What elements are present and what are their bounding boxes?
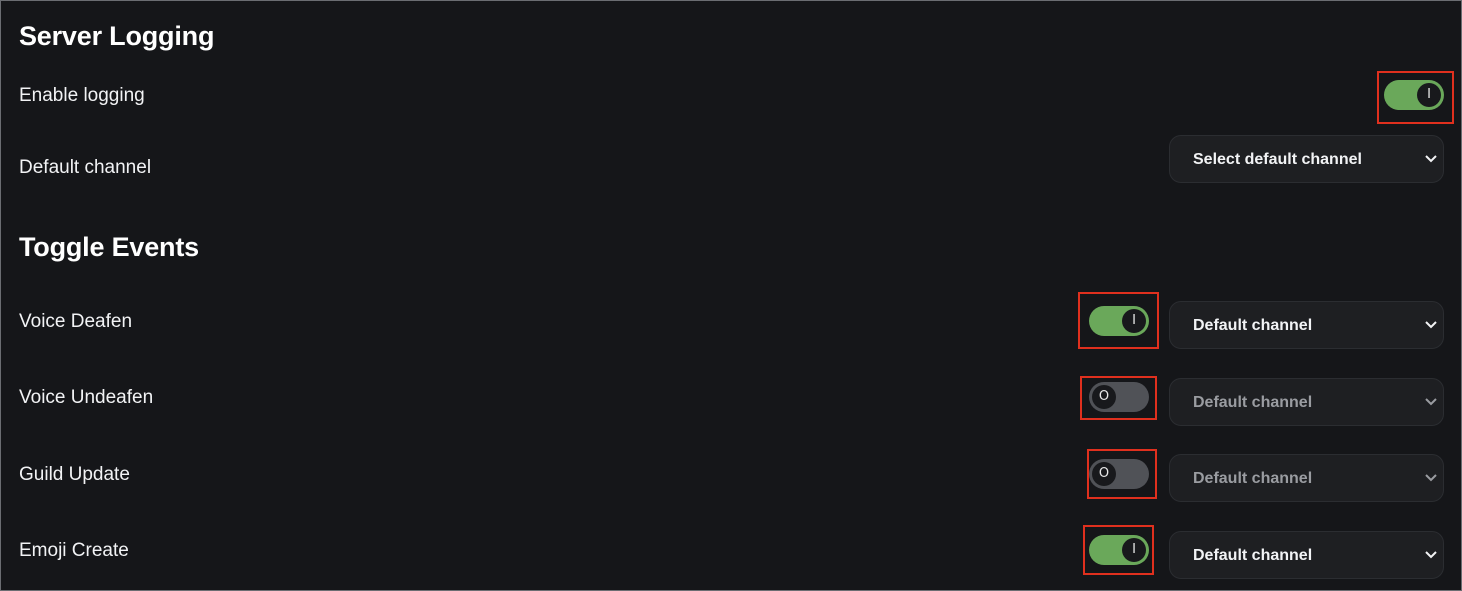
enable-logging-toggle[interactable]: I — [1384, 80, 1444, 110]
default-channel-select[interactable]: Select default channel — [1169, 135, 1444, 183]
channel-select-value: Default channel — [1193, 547, 1313, 564]
server-logging-heading: Server Logging — [19, 21, 215, 51]
toggle-knob: O — [1092, 385, 1116, 409]
toggle-knob: I — [1122, 538, 1146, 562]
default-channel-label: Default channel — [19, 157, 152, 178]
voice-deafen-toggle[interactable]: I — [1089, 306, 1149, 336]
guild-update-channel-select[interactable]: Default channel — [1169, 454, 1444, 502]
channel-select-value: Default channel — [1193, 470, 1313, 487]
toggle-knob: I — [1417, 83, 1441, 107]
voice-undeafen-toggle[interactable]: O — [1089, 382, 1149, 412]
enable-logging-label: Enable logging — [19, 85, 145, 106]
chevron-down-icon — [1425, 551, 1437, 559]
default-channel-select-value: Select default channel — [1193, 151, 1362, 168]
chevron-down-icon — [1425, 155, 1437, 163]
emoji-create-channel-select[interactable]: Default channel — [1169, 531, 1444, 579]
event-label-voice-deafen: Voice Deafen — [19, 311, 133, 332]
voice-undeafen-channel-select[interactable]: Default channel — [1169, 378, 1444, 426]
emoji-create-toggle[interactable]: I — [1089, 535, 1149, 565]
toggle-knob: O — [1092, 462, 1116, 486]
event-label-voice-undeafen: Voice Undeafen — [19, 387, 154, 408]
channel-select-value: Default channel — [1193, 317, 1313, 334]
chevron-down-icon — [1425, 474, 1437, 482]
guild-update-toggle[interactable]: O — [1089, 459, 1149, 489]
toggle-events-heading: Toggle Events — [19, 232, 199, 262]
event-label-emoji-create: Emoji Create — [19, 540, 129, 561]
settings-panel: Server Logging Enable logging I Default … — [0, 0, 1462, 591]
chevron-down-icon — [1425, 321, 1437, 329]
toggle-knob: I — [1122, 309, 1146, 333]
chevron-down-icon — [1425, 398, 1437, 406]
voice-deafen-channel-select[interactable]: Default channel — [1169, 301, 1444, 349]
event-label-guild-update: Guild Update — [19, 464, 130, 485]
channel-select-value: Default channel — [1193, 394, 1313, 411]
